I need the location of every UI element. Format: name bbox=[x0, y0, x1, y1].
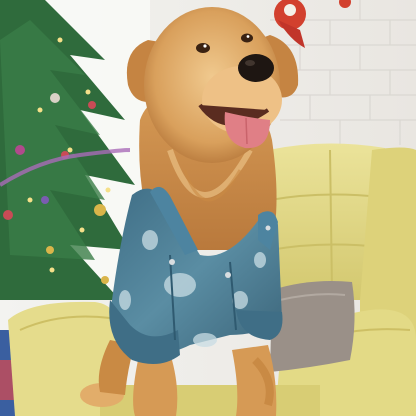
jacket-button bbox=[225, 272, 231, 278]
jacket-button bbox=[169, 259, 175, 265]
dog-nose bbox=[238, 54, 274, 82]
photo-scene bbox=[0, 0, 416, 416]
dog-right-eye bbox=[241, 33, 253, 43]
grey-cushion bbox=[270, 281, 355, 372]
dog-left-eye bbox=[196, 43, 210, 53]
jacket-button bbox=[265, 225, 271, 231]
dog-left-leg bbox=[133, 360, 178, 416]
